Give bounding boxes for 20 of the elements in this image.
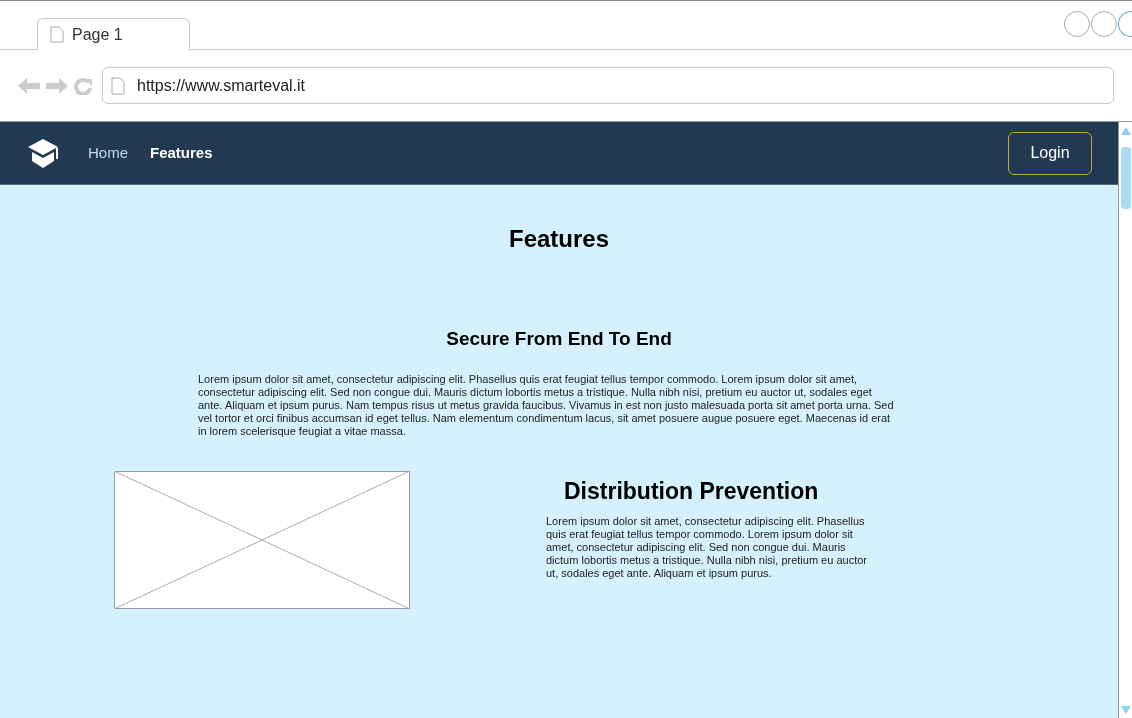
page-icon: [50, 26, 64, 43]
section-text: Lorem ipsum dolor sit amet, consectetur adipiscing elit. Phasellus quis erat feugiat tellus tempor commodo. Lorem ipsum dolor sit amet, consectetur adipiscing elit. Sed non congue dui. Mauris dictum lobortis metus a tristique. Nulla nibh nisi, pretium eu auctor ut, sodales eget ante. Aliquam et ipsum purus. Nam tempus risus ut metus gravida faucibus. Vivamus in est non justo malesuada porta sit amet porta urna. Sed vel tortor et orci finibus accumsan id eget tellus. Nam elementum condimentum lacus, sit amet posuere augue posuere eget. Maecenas id erat in lorem scelerisque feugiat a vitae massa.: [198, 372, 895, 438]
address-bar[interactable]: https://www.smarteval.it: [102, 67, 1114, 104]
scroll-down-icon[interactable]: [1120, 706, 1131, 716]
forward-icon[interactable]: [46, 77, 68, 94]
nav-link[interactable]: Home: [88, 141, 128, 165]
browser-tab[interactable]: Page 1: [37, 18, 190, 50]
section-heading: Secure From End To End: [446, 327, 672, 351]
back-icon[interactable]: [18, 77, 40, 94]
login-button[interactable]: Login: [1008, 131, 1092, 175]
graduation-cap-icon[interactable]: [26, 137, 60, 169]
page-icon: [111, 76, 125, 95]
scroll-thumb[interactable]: [1120, 147, 1131, 209]
scroll-up-icon[interactable]: [1120, 125, 1131, 135]
reload-icon[interactable]: [74, 76, 92, 95]
nav-link[interactable]: Features: [150, 141, 213, 165]
section-text: Lorem ipsum dolor sit amet, consectetur adipiscing elit. Phasellus quis erat feugiat tellus tempor commodo. Lorem ipsum dolor sit amet, consectetur adipiscing elit. Sed non congue dui. Mauris dictum lobortis metus a tristique. Nulla nibh nisi, pretium eu auctor ut, sodales eget ante. Aliquam et ipsum purus.: [546, 515, 868, 580]
scrollbar[interactable]: [1118, 122, 1132, 718]
section-heading: Distribution Prevention: [564, 476, 820, 506]
page-title: Features: [508, 224, 609, 254]
